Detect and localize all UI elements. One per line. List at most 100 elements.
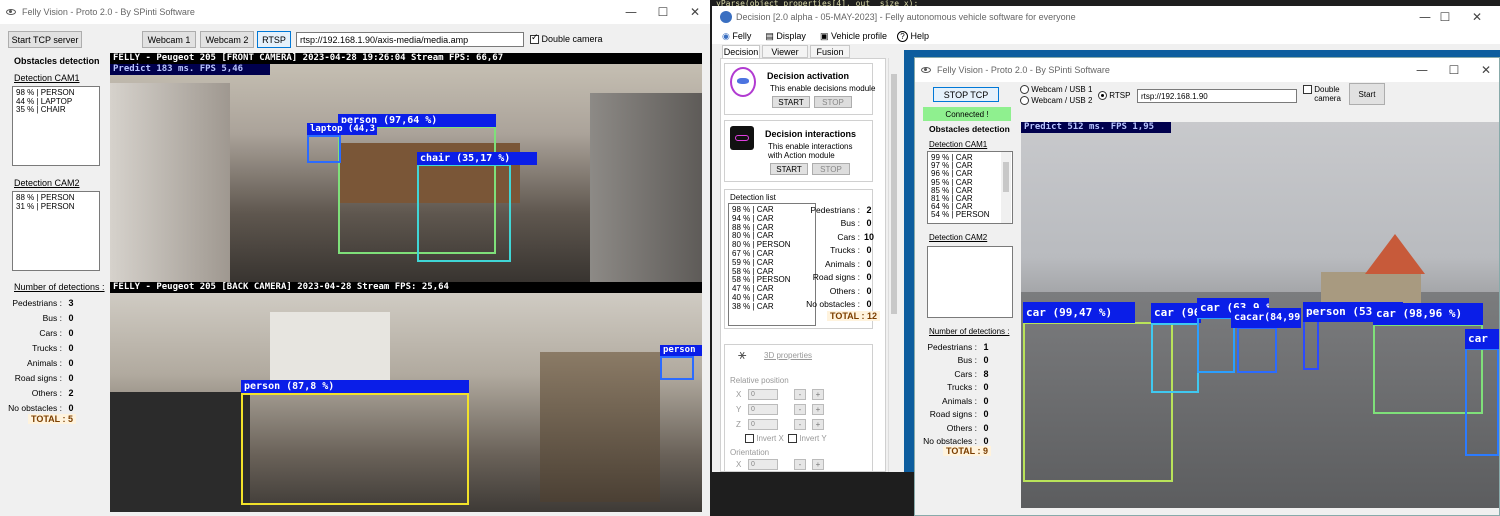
props-3d-label: 3D properties <box>764 351 813 360</box>
pos-z-plus[interactable]: + <box>812 419 824 430</box>
minimize-icon[interactable]: — <box>1405 58 1439 82</box>
stop-tcp-button[interactable]: STOP TCP <box>933 87 999 102</box>
webcam-usb1-radio[interactable]: Webcam / USB 1 <box>1020 85 1092 95</box>
back-overlay-text: FELLY - Peugeot 205 [BACK CAMERA] 2023-0… <box>110 282 702 293</box>
stat-value: 0 <box>866 245 872 256</box>
scrollbar-thumb[interactable] <box>891 74 897 314</box>
maximize-icon[interactable]: ☐ <box>1428 6 1462 28</box>
cam1-list[interactable]: 98 % | PERSON 44 % | LAPTOP 35 % | CHAIR <box>12 86 100 166</box>
stat-row: Others : 2 <box>0 385 80 400</box>
list-item[interactable]: 35 % | CHAIR <box>16 106 96 115</box>
interactions-stop-button[interactable]: STOP <box>812 163 850 175</box>
rtsp-button[interactable]: RTSP <box>257 31 291 48</box>
orient-x-minus[interactable]: - <box>794 459 806 470</box>
double-camera-checkbox-right[interactable]: Double camera <box>1303 85 1348 103</box>
tab-decision[interactable]: Decision <box>722 45 760 58</box>
pos-z-minus[interactable]: - <box>794 419 806 430</box>
checkbox-icon[interactable] <box>1303 85 1312 95</box>
list-item[interactable]: 31 % | PERSON <box>16 202 96 212</box>
start-tcp-button[interactable]: Start TCP server <box>8 31 82 48</box>
shelf-shape <box>540 352 660 502</box>
webcam2-button[interactable]: Webcam 2 <box>200 31 254 48</box>
bbox-car-2 <box>1151 323 1199 393</box>
pos-z-input[interactable]: 0 <box>748 419 778 430</box>
webcam-usb2-label: Webcam / USB 2 <box>1031 96 1093 105</box>
scrollbar-thumb[interactable] <box>1003 162 1009 192</box>
invert-x-checkbox[interactable]: Invert X <box>745 434 784 444</box>
stat-key: Road signs : <box>14 372 62 383</box>
orient-x-plus[interactable]: + <box>812 459 824 470</box>
double-camera-label: Double camera <box>541 34 603 44</box>
stat-value: 10 <box>863 231 874 242</box>
activation-start-button[interactable]: START <box>772 96 810 108</box>
radio-icon[interactable] <box>1020 96 1029 106</box>
close-icon[interactable]: ✕ <box>1469 58 1499 82</box>
cam2-list-right[interactable] <box>927 246 1013 318</box>
rtsp-url-input-right[interactable]: rtsp://192.168.1.90 <box>1137 89 1297 103</box>
activation-stop-button[interactable]: STOP <box>814 96 852 108</box>
pos-x-plus[interactable]: + <box>812 389 824 400</box>
invert-y-checkbox[interactable]: Invert Y <box>788 434 827 444</box>
pos-x-minus[interactable]: - <box>794 389 806 400</box>
stat-value: 0 <box>68 372 74 383</box>
menu-help[interactable]: ? Help <box>897 30 929 42</box>
back-camera-view: FELLY - Peugeot 205 [BACK CAMERA] 2023-0… <box>110 282 702 512</box>
checkbox-icon[interactable] <box>745 434 754 444</box>
interactions-start-button[interactable]: START <box>770 163 808 175</box>
maximize-icon[interactable]: ☐ <box>1437 58 1471 82</box>
start-button-right[interactable]: Start <box>1349 83 1385 105</box>
close-icon[interactable]: ✕ <box>678 0 710 24</box>
webcam-usb2-radio[interactable]: Webcam / USB 2 <box>1020 96 1093 106</box>
orient-x-input[interactable]: 0 <box>748 459 778 470</box>
activation-desc: This enable decisions module <box>770 84 876 93</box>
tab-fusion[interactable]: Fusion <box>810 45 850 58</box>
stat-key: Cars : <box>954 368 977 379</box>
checkbox-icon[interactable] <box>788 434 797 444</box>
menu-vehicle-profile[interactable]: ▣ Vehicle profile <box>820 31 887 42</box>
help-icon: ? <box>897 30 909 42</box>
menu-display[interactable]: ▤ Display <box>765 31 806 42</box>
stat-row: Cars :10 <box>798 230 878 244</box>
axis-y-label: Y <box>736 405 742 414</box>
cam1-label-right: Detection CAM1 <box>929 140 988 149</box>
vertical-scrollbar[interactable] <box>888 58 898 472</box>
monitor-shape <box>110 392 250 512</box>
rtsp-radio[interactable]: RTSP <box>1098 91 1130 101</box>
relative-position-label: Relative position <box>730 376 789 385</box>
stat-value: 0 <box>866 299 872 310</box>
checkbox-icon[interactable] <box>530 33 539 45</box>
bbox-chair-front <box>417 164 511 262</box>
radio-icon[interactable] <box>1098 91 1107 101</box>
pos-x-input[interactable]: 0 <box>748 389 778 400</box>
label-laptop-front: laptop (44,3 %) <box>307 123 377 135</box>
minimize-icon[interactable]: — <box>614 0 648 24</box>
list-item[interactable]: 54 % | PERSON <box>931 211 1009 219</box>
total-right: TOTAL : 9 <box>943 446 992 456</box>
close-icon[interactable]: ✕ <box>1460 6 1494 28</box>
list-scrollbar[interactable] <box>1001 152 1011 223</box>
bbox-car-4 <box>1237 327 1277 373</box>
double-camera-checkbox[interactable]: Double camera <box>530 33 603 45</box>
bbox-person-road <box>1303 320 1319 370</box>
stat-key: Pedestrians : <box>927 341 977 352</box>
door-shape <box>110 83 230 282</box>
stat-row: Others : 0 <box>915 421 995 435</box>
radio-icon[interactable] <box>1020 85 1029 95</box>
stat-key: No obstacles : <box>806 299 860 310</box>
rtsp-url-input[interactable]: rtsp://192.168.1.90/axis-media/media.amp <box>296 32 524 47</box>
menu-felly[interactable]: ◉ Felly <box>722 31 751 42</box>
pos-y-input[interactable]: 0 <box>748 404 778 415</box>
cam2-list[interactable]: 88 % | PERSON 31 % | PERSON <box>12 191 100 271</box>
interactions-title: Decision interactions <box>765 129 857 139</box>
tab-viewer[interactable]: Viewer <box>762 45 808 58</box>
stat-value: 0 <box>866 285 872 296</box>
orientation-label: Orientation <box>730 448 770 457</box>
webcam1-button[interactable]: Webcam 1 <box>142 31 196 48</box>
maximize-icon[interactable]: ☐ <box>646 0 680 24</box>
orient-x-label: X <box>736 460 742 469</box>
obstacles-title-right: Obstacles detection <box>929 124 1010 134</box>
pos-y-plus[interactable]: + <box>812 404 824 415</box>
gamepad-icon <box>730 126 754 150</box>
stat-key: Animals : <box>942 395 977 406</box>
pos-y-minus[interactable]: - <box>794 404 806 415</box>
